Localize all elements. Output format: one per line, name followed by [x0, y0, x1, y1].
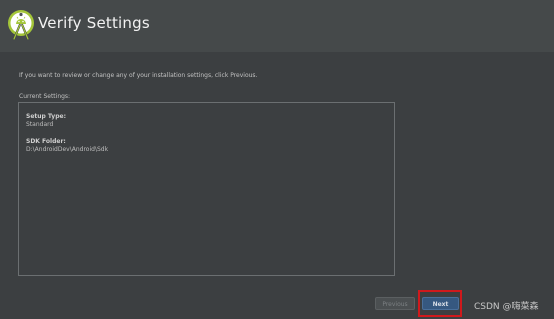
sdk-folder-label: SDK Folder: — [26, 138, 66, 145]
sdk-folder-value: D:\AndroidDev\Android\Sdk — [26, 146, 109, 153]
next-button-highlight — [418, 290, 462, 317]
intro-text: If you want to review or change any of y… — [19, 72, 258, 79]
setup-type-value: Standard — [26, 121, 54, 128]
watermark-text: CSDN @嗨菜森 — [474, 302, 539, 312]
current-settings-label: Current Settings: — [19, 93, 71, 100]
previous-button[interactable]: Previous — [375, 297, 415, 310]
settings-summary-panel: Setup Type: Standard SDK Folder: D:\Andr… — [18, 102, 395, 276]
android-studio-icon — [8, 10, 34, 41]
header-bar: Verify Settings — [0, 0, 554, 52]
setup-type-label: Setup Type: — [26, 113, 66, 120]
page-title: Verify Settings — [38, 14, 150, 32]
